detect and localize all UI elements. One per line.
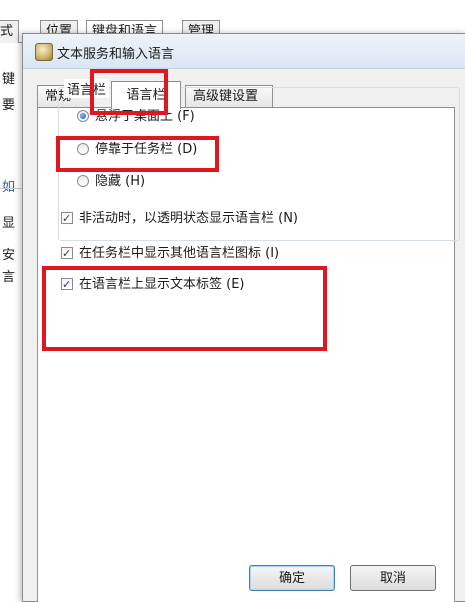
background-text-1: 键 (2, 72, 16, 87)
highlight-language-bar-tab (90, 69, 168, 115)
radio-hidden-label: 隐藏 (H) (95, 174, 146, 189)
background-text-3: 显 (2, 216, 16, 231)
radio-icon[interactable] (77, 175, 89, 187)
background-link[interactable]: 如 (2, 176, 15, 195)
background-text-2: 要 (2, 98, 16, 113)
background-tab-style[interactable]: 式 (0, 20, 20, 43)
radio-icon[interactable] (77, 110, 89, 122)
checkbox-show-taskbar-icons-label: 在任务栏中显示其他语言栏图标 (I) (79, 246, 280, 261)
background-text-5: 言 (2, 270, 16, 285)
ok-button[interactable]: 确定 (249, 565, 335, 591)
checkbox-icon[interactable] (61, 245, 73, 263)
dialog-titlebar[interactable]: 文本服务和输入语言 (23, 34, 465, 69)
checkbox-transparent-inactive-label: 非活动时，以透明状态显示语言栏 (N) (79, 211, 299, 226)
highlight-float-option (56, 136, 219, 172)
checkbox-icon[interactable] (61, 210, 73, 228)
radio-hidden[interactable]: 隐藏 (H) (77, 173, 145, 191)
background-text-4: 安 (2, 248, 16, 263)
checkbox-transparent-inactive[interactable]: 非活动时，以透明状态显示语言栏 (N) (61, 210, 298, 228)
keyboard-icon (35, 43, 53, 61)
highlight-checkbox-options (42, 266, 327, 351)
checkbox-show-taskbar-icons[interactable]: 在任务栏中显示其他语言栏图标 (I) (61, 245, 279, 263)
language-bar-page: 语言栏 悬浮于桌面上 (F) 停靠于任务栏 (D) 隐藏 (H) 非活动时，以透… (37, 79, 460, 602)
cancel-button[interactable]: 取消 (350, 565, 436, 591)
dialog-title: 文本服务和输入语言 (57, 47, 175, 62)
